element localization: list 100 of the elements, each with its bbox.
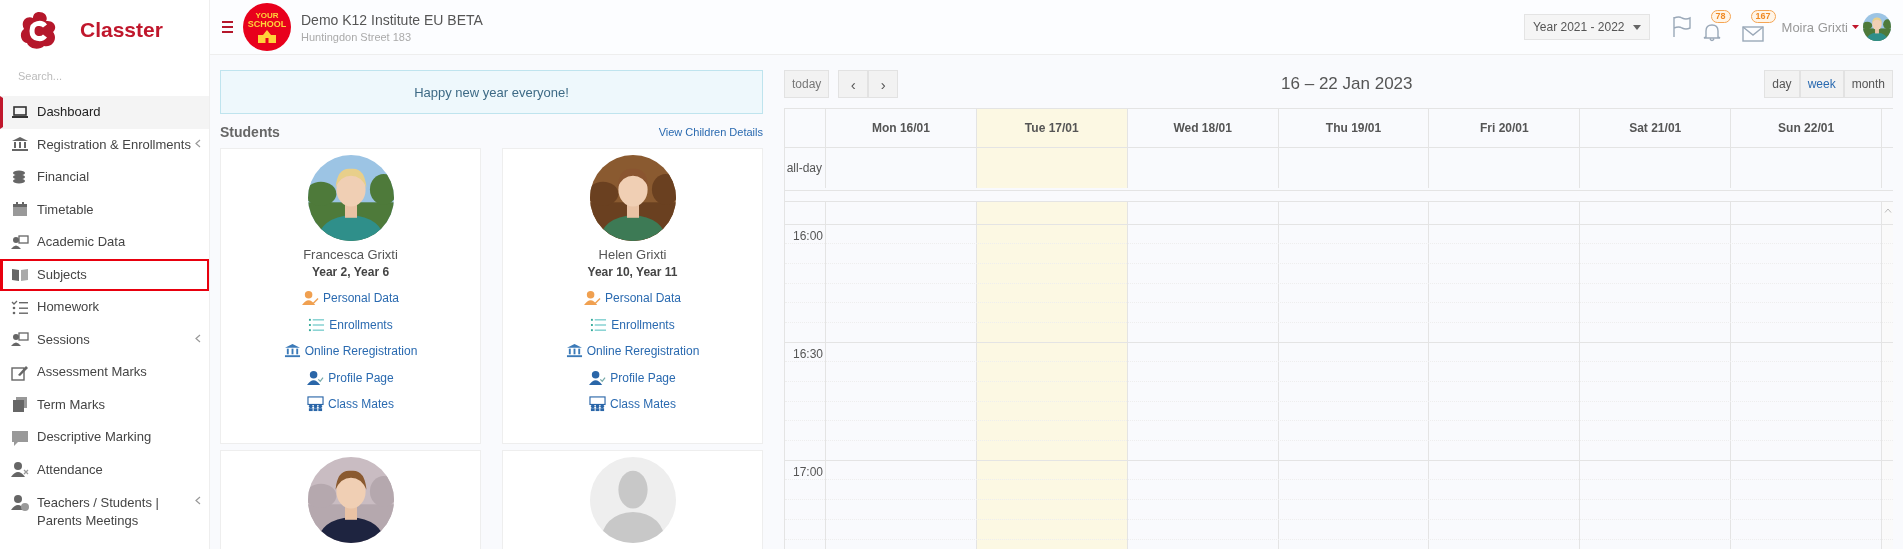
student-name: Francesca Grixti [303,247,398,262]
sidebar-item-label: Dashboard [37,103,102,122]
day-header: Mon 16/01 [825,109,976,148]
announcement-banner: Happy new year everyone! [220,70,763,114]
day-header: Thu 19/01 [1277,109,1429,148]
menu-icon[interactable] [222,21,233,33]
list-icon [590,316,608,333]
day-header: Wed 18/01 [1126,109,1278,148]
student-link[interactable]: Online Reregistration [283,338,418,365]
student-link[interactable]: Class Mates [307,391,394,418]
caret-icon [1852,25,1859,29]
bank-icon [283,343,301,360]
classroom-icon [589,396,606,413]
time-label: 16:30 [792,346,823,361]
student-link[interactable]: Class Mates [589,391,676,418]
student-name: Helen Grixti [598,247,667,262]
flag-icon[interactable] [1671,16,1692,38]
sidebar-item[interactable]: Sessions [0,323,209,356]
sidebar-item[interactable]: Dashboard [0,96,209,129]
student-link[interactable]: Personal Data [583,285,681,312]
scroll-up-icon[interactable] [1883,208,1892,213]
user-x-icon [11,461,29,479]
sidebar-item[interactable]: Subjects [0,258,209,291]
school-building-icon [257,29,277,43]
copy-icon [11,396,29,414]
year-select[interactable]: Year 2021 - 2022 [1523,14,1650,40]
sidebar-item[interactable]: Academic Data [0,226,209,259]
sidebar-item-label: Timetable [37,200,95,219]
user-check-icon [307,369,325,386]
bell-icon[interactable] [1701,22,1722,42]
section-title: Students [220,124,280,140]
student-link[interactable]: Enrollments [590,311,675,338]
classroom-icon [307,396,324,413]
sidebar-item[interactable]: Term Marks [0,388,209,421]
student-link[interactable]: Enrollments [308,311,393,338]
logo-text: YOUR [255,11,279,20]
brand-name: Classter [80,18,163,42]
teacher-icon [11,233,29,251]
sidebar-item-label: Term Marks [37,395,106,414]
student-years: Year 10, Year 11 [587,265,678,279]
day-header: Sun 22/01 [1730,109,1881,148]
view-children-link[interactable]: View Children Details [658,126,763,138]
envelope-icon[interactable] [1741,26,1764,42]
sidebar-item-label: Academic Data [37,233,127,252]
previous-button[interactable]: ‹ [838,70,869,98]
sidebar-item-label: Attendance [37,460,104,479]
today-button[interactable]: today [784,70,830,98]
calendar-icon [11,201,29,219]
sidebar-item[interactable]: Teachers / Students | Parents Meetings [0,486,209,536]
student-link[interactable]: Profile Page [589,364,676,391]
sidebar-item-label: Assessment Marks [37,363,148,382]
sidebar-item-label: Registration & Enrollments [37,135,192,154]
all-day-label: all-day [785,160,823,177]
day-header: Fri 20/01 [1428,109,1580,148]
checklist-icon [11,298,29,316]
sidebar-item-label: Subjects [37,265,88,284]
user-icon [583,290,601,307]
sidebar-item-label: Descriptive Marking [37,428,153,447]
teacher-icon [11,331,29,349]
view-button[interactable]: week [1799,70,1844,98]
sidebar-item[interactable]: Registration & Enrollments [0,128,209,161]
sidebar-item-label: Sessions [37,330,91,349]
user-name: Moira Grixti [1781,19,1848,35]
bank-icon [565,343,583,360]
user-check-icon [589,369,607,386]
sidebar-item[interactable]: Descriptive Marking [0,421,209,454]
bank-icon [11,136,29,154]
sidebar-item[interactable]: Homework [0,291,209,324]
view-button[interactable]: month [1843,70,1893,98]
book-icon [11,266,29,284]
user-icon [301,290,319,307]
calendar-title: 16 – 22 Jan 2023 [1280,74,1414,94]
student-years: Year 2, Year 6 [311,265,390,279]
time-label: 16:00 [792,228,823,243]
comment-icon [11,428,29,446]
sidebar-item[interactable]: Assessment Marks [0,356,209,389]
logo-icon [20,10,58,50]
student-link[interactable]: Online Reregistration [565,338,700,365]
logo-text: SCHOOL [247,20,287,29]
student-link[interactable]: Profile Page [307,364,394,391]
user-clock-icon [11,494,29,511]
student-link[interactable]: Personal Data [301,285,399,312]
view-button[interactable]: day [1764,70,1800,98]
sidebar-item-label: Homework [37,298,101,317]
notification-count: 78 [1710,10,1731,23]
time-label: 17:00 [792,464,823,479]
laptop-icon [11,103,29,121]
sidebar-item[interactable]: Financial [0,161,209,194]
list-icon [308,316,326,333]
search-field[interactable]: Search... [14,64,202,88]
caret-icon [1632,24,1641,30]
edit-icon [11,363,29,381]
sidebar-item-label: Financial [37,168,91,187]
next-button[interactable]: › [868,70,899,98]
school-address: Huntingdon Street 183 [301,30,413,43]
sidebar-item-label: Teachers / Students | Parents Meetings [37,494,160,530]
day-header: Sat 21/01 [1579,109,1731,148]
message-count: 167 [1750,10,1776,23]
sidebar-item[interactable]: Timetable [0,193,209,226]
sidebar-item[interactable]: Attendance [0,453,209,486]
